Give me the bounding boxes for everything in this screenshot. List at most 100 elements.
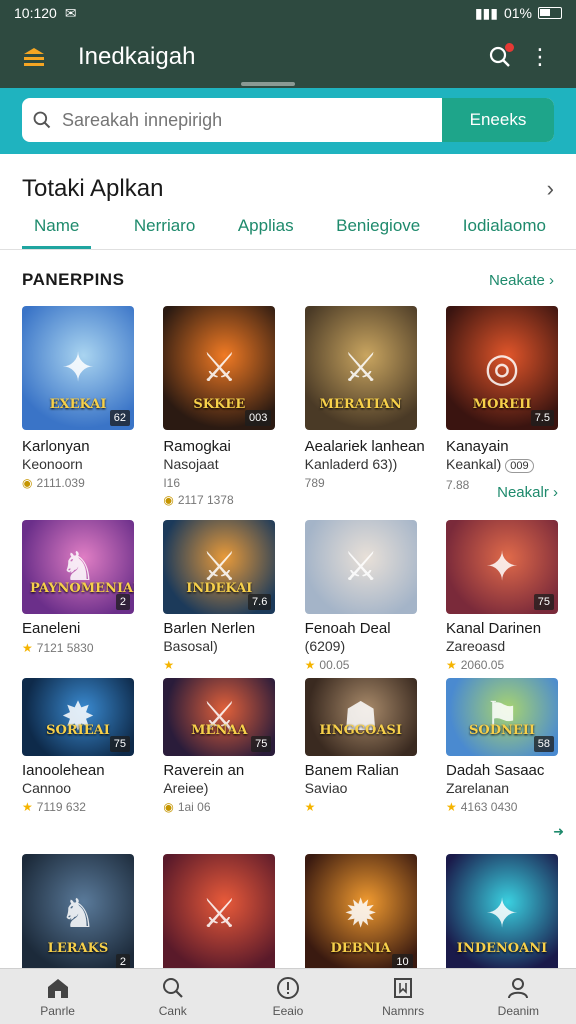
- tab-beniegiove[interactable]: Beniegiove: [336, 210, 420, 249]
- app-subtitle: Basosal): [163, 638, 275, 655]
- search-input[interactable]: [62, 98, 442, 142]
- drag-handle[interactable]: [241, 82, 295, 86]
- nav-item-eeaio[interactable]: Eeaio: [243, 976, 333, 1018]
- app-row: ✸ SORIEAI 75 Ianoolehean Cannoo ★ 7119 632 ⚔ MEN…: [0, 678, 576, 854]
- battery-icon: [538, 7, 562, 19]
- app-subtitle-text: Cannoo: [22, 780, 72, 796]
- app-title: Inedkaigah: [78, 43, 196, 70]
- bottom-nav: Panrle Cank Eeaio Namnrs Deanim: [0, 968, 576, 1024]
- game-logo-banner: PAYNOMENIAN: [30, 581, 134, 596]
- app-card[interactable]: ☗ HNGCOASI Banem Ralian Saviao ★: [304, 678, 417, 854]
- app-subtitle: Nasojaat: [163, 456, 275, 473]
- tab-nerriaro[interactable]: Nerriaro: [134, 210, 195, 249]
- rating-badge: 58: [533, 736, 554, 752]
- app-thumbnail[interactable]: ⚔ MERATIAN: [304, 306, 417, 430]
- app-card[interactable]: ⚔ MENAA 75 Raverein an Areiee) ◉ 1ai 06: [163, 678, 276, 854]
- app-row: ♞ PAYNOMENIAN 2 Eaneleni ★ 7121 5830 ⚔ INDEKAI 7…: [0, 520, 576, 678]
- category-tabs: Name Nerriaro Applias Beniegiove Iodiala…: [0, 210, 576, 250]
- app-thumbnail[interactable]: ⚔ INDEKAI 7.6: [163, 520, 276, 614]
- menu-logo-icon[interactable]: [16, 39, 52, 75]
- more-link[interactable]: Neakalr ›: [497, 484, 558, 501]
- app-name: Ianoolehean: [22, 762, 105, 779]
- tab-name[interactable]: Name: [22, 210, 92, 249]
- more-link-label: Neakalr: [497, 484, 549, 501]
- rating-badge: 62: [109, 410, 130, 426]
- app-thumbnail[interactable]: ⚔ MENAA 75: [163, 678, 276, 756]
- app-meta: ★ 00.05: [305, 658, 417, 672]
- app-meta: ★ 2060.05: [446, 658, 558, 672]
- app-subtitle-text: Keonoorn: [22, 456, 83, 472]
- app-grid: ✦ EXEKAI 62 Karlonyan Keonoorn ◉ 2111.039 ⚔ SKKE…: [0, 306, 576, 974]
- app-card[interactable]: ⚔: [163, 854, 276, 974]
- app-subtitle: Keonoorn: [22, 456, 134, 473]
- app-thumbnail[interactable]: ⚔: [304, 520, 417, 614]
- see-more-link[interactable]: Neakate ›: [489, 272, 554, 289]
- rating-badge: 75: [251, 736, 272, 752]
- star-icon: ★: [304, 800, 316, 814]
- tab-applias[interactable]: Applias: [238, 210, 294, 249]
- star-icon: ★: [22, 641, 33, 655]
- app-meta: ◉ 1ai 06: [163, 800, 275, 814]
- app-card[interactable]: ✦ INDENOANI: [445, 854, 558, 974]
- chevron-right-icon[interactable]: ›: [547, 176, 554, 202]
- artwork-figure-icon: ✦: [485, 892, 519, 936]
- app-card[interactable]: ⚔ INDEKAI 7.6 Barlen Nerlen Basosal) ★: [163, 520, 276, 678]
- app-thumbnail[interactable]: ☗ HNGCOASI: [304, 678, 417, 756]
- app-meta-text: 4163 0430: [460, 800, 518, 814]
- app-thumbnail[interactable]: ♞ LERAKS 2: [22, 854, 134, 974]
- search-button[interactable]: [480, 37, 520, 77]
- more-vertical-icon: ⋮: [529, 44, 551, 69]
- app-name: Raverein an: [163, 762, 245, 779]
- app-name: Karlonyan: [22, 438, 90, 455]
- nav-item-deanim[interactable]: Deanim: [473, 976, 563, 1018]
- app-subtitle-text: (6209): [304, 638, 346, 654]
- app-card[interactable]: ✹ DEBNIA 10: [304, 854, 417, 974]
- more-options-button[interactable]: ⋮: [520, 37, 560, 77]
- app-name: Kanal Darinen: [445, 620, 542, 637]
- app-thumbnail[interactable]: ✦ INDENOANI: [445, 854, 558, 974]
- nav-item-label: Namnrs: [382, 1003, 425, 1018]
- nav-item-label: Cank: [158, 1003, 187, 1018]
- app-row: ♞ LERAKS 2 ⚔ ✹ DEBNIA 10 ✦ INDENOANI: [0, 854, 576, 974]
- app-thumbnail[interactable]: ✹ DEBNIA 10: [304, 854, 417, 974]
- app-card[interactable]: ✸ SORIEAI 75 Ianoolehean Cannoo ★ 7119 632: [22, 678, 134, 854]
- app-card[interactable]: ⚔ SKKEE 003 Ramogkai Nasojaat I16 ◉ 2117 1378: [163, 306, 276, 520]
- search-band: Eneeks: [0, 88, 576, 154]
- nav-item-label: Panrle: [40, 1003, 75, 1018]
- app-thumbnail[interactable]: ✦ 75: [445, 520, 558, 614]
- app-thumbnail[interactable]: ♞ PAYNOMENIAN 2: [22, 520, 134, 614]
- app-meta-text: 789: [304, 476, 325, 490]
- rating-badge: 7.6: [248, 594, 272, 610]
- app-subtitle-text: Zarelanan: [445, 780, 510, 796]
- app-thumbnail[interactable]: ✦ EXEKAI 62: [22, 306, 134, 430]
- nav-item-panrle[interactable]: Panrle: [13, 976, 103, 1018]
- app-card[interactable]: ✦ 75 Kanal Darinen Zareoasd ★ 2060.05: [445, 520, 558, 678]
- app-thumbnail[interactable]: ⚔: [163, 854, 276, 974]
- app-card[interactable]: ⚔ Fenoah Deal (6209) ★ 00.05: [304, 520, 417, 678]
- artwork-figure-icon: ⚔: [342, 545, 379, 589]
- app-card[interactable]: ✦ EXEKAI 62 Karlonyan Keonoorn ◉ 2111.039: [22, 306, 134, 520]
- nav-item-cank[interactable]: Cank: [128, 976, 218, 1018]
- download-arrow-icon[interactable]: ➜: [553, 824, 564, 840]
- search-icon: [22, 98, 62, 142]
- nav-item-namnrs[interactable]: Namnrs: [358, 976, 448, 1018]
- app-thumbnail[interactable]: ⚑ SODNEII 58: [445, 678, 558, 756]
- app-card[interactable]: ⚑ SODNEII 58 Dadah Sasaac Zarelanan ★ 4163 043…: [445, 678, 564, 854]
- app-thumbnail[interactable]: ◎ MOREII 7.5: [445, 306, 558, 430]
- subsection-header: PANERPINS Neakate ›: [0, 252, 576, 308]
- app-thumbnail[interactable]: ⚔ SKKEE 003: [163, 306, 276, 430]
- rating-badge: 75: [109, 736, 130, 752]
- tab-iodialaomo[interactable]: Iodialaomo: [463, 210, 546, 249]
- app-thumbnail[interactable]: ✸ SORIEAI 75: [22, 678, 134, 756]
- app-card[interactable]: ⚔ MERATIAN Aealariek lanhean Kanladerd 63))…: [304, 306, 425, 520]
- app-card[interactable]: ♞ PAYNOMENIAN 2 Eaneleni ★ 7121 5830: [22, 520, 134, 678]
- search-submit-button[interactable]: Eneeks: [442, 98, 554, 142]
- star-icon: ★: [163, 658, 175, 672]
- app-meta-text: 00.05: [319, 658, 350, 672]
- app-subtitle-text: Kanladerd 63)): [304, 456, 398, 472]
- coin-icon: ◉: [163, 800, 174, 814]
- status-bar: 10:120 ✉ ▮▮▮ 01%: [0, 0, 576, 26]
- section-header[interactable]: Totaki Aplkan ›: [0, 154, 576, 210]
- app-card[interactable]: ◎ MOREII 7.5 Kanayain Keankal) 009 7.88 Neakalr…: [445, 306, 558, 520]
- app-card[interactable]: ♞ LERAKS 2: [22, 854, 134, 974]
